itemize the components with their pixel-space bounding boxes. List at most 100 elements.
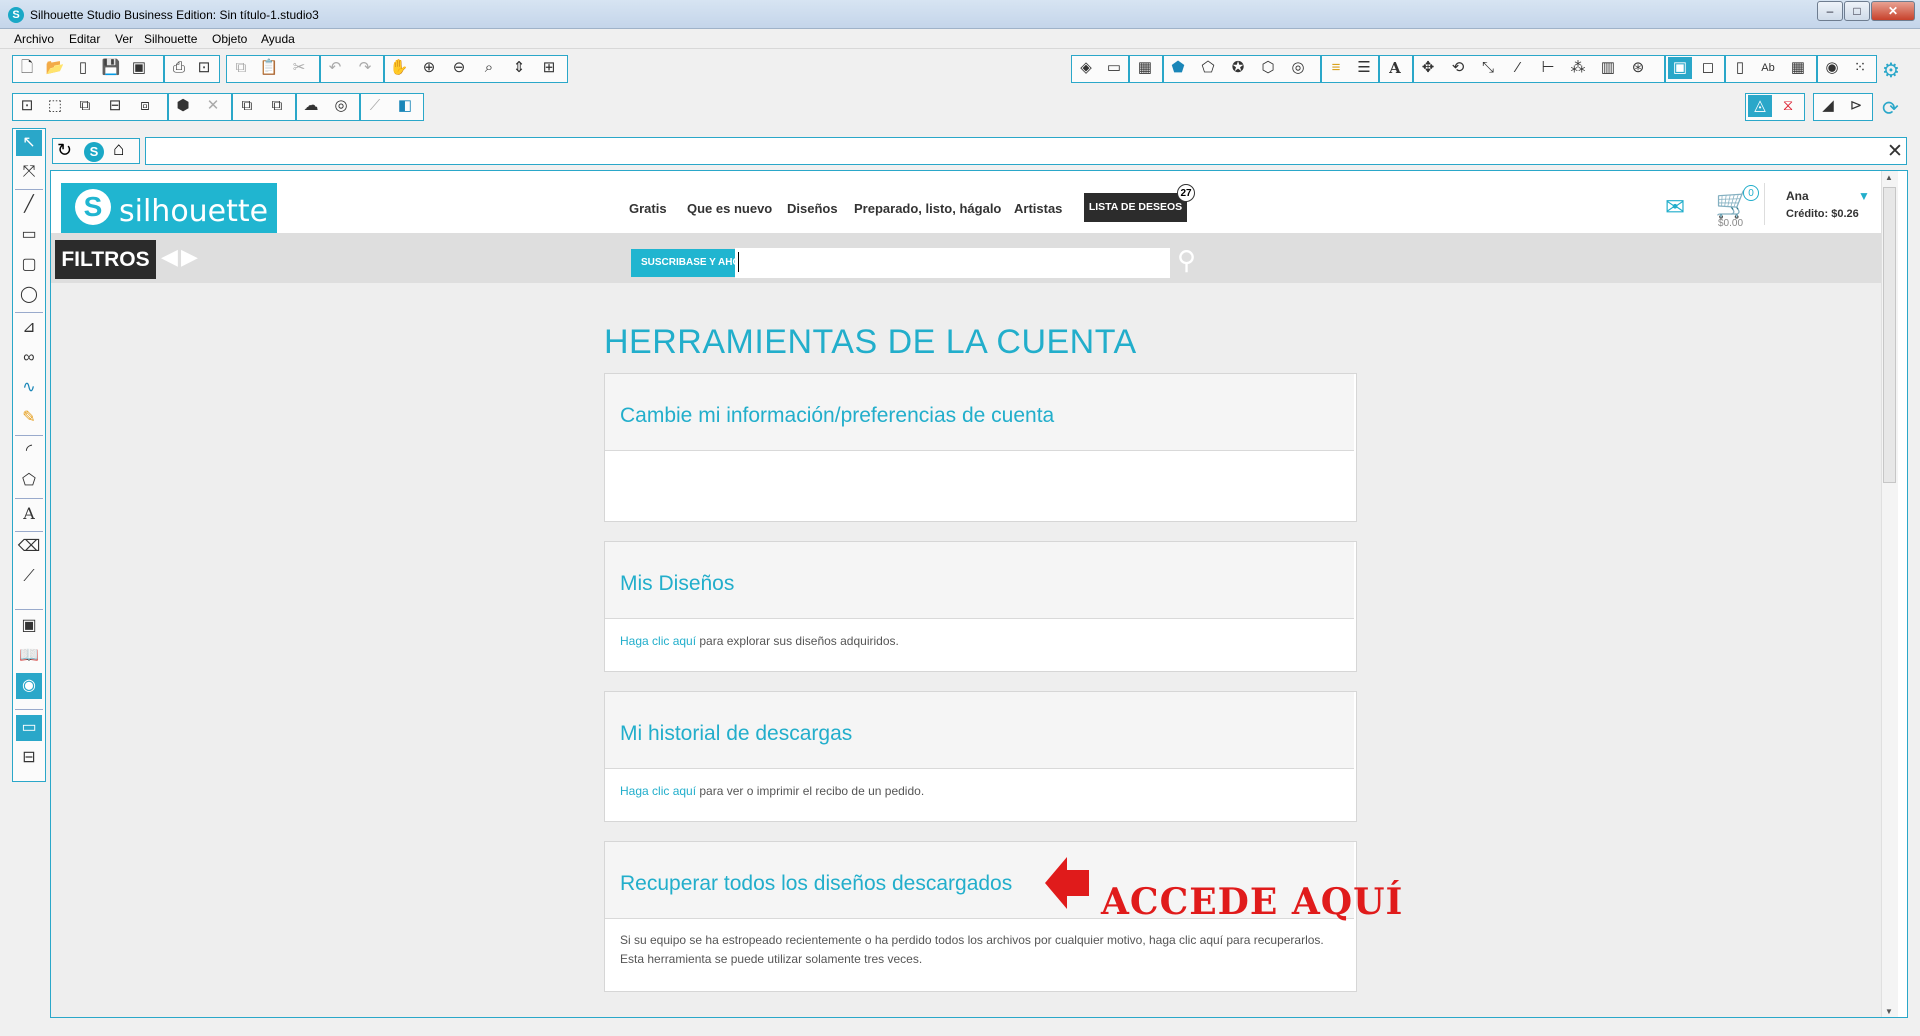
menu-archivo[interactable]: Archivo xyxy=(14,32,54,46)
fit-page-icon[interactable]: ⊞ xyxy=(537,57,561,79)
print-icon[interactable]: ⎙ xyxy=(167,57,191,79)
menu-ver[interactable]: Ver xyxy=(115,32,133,46)
cut-icon[interactable]: ✂ xyxy=(287,57,311,79)
arrow-right-icon[interactable]: ▶ xyxy=(181,244,198,270)
zoom-out-icon[interactable]: ⊖ xyxy=(447,57,471,79)
fill-icon[interactable]: ◈ xyxy=(1074,57,1098,79)
menu-ayuda[interactable]: Ayuda xyxy=(261,32,295,46)
card-title[interactable]: Mis Diseños xyxy=(620,572,734,596)
release-compound-icon[interactable]: ⊟ xyxy=(103,95,127,117)
nav-preparado[interactable]: Preparado, listo, hágalo xyxy=(854,201,1001,216)
rotate-icon[interactable]: ⟲ xyxy=(1446,57,1470,79)
user-name[interactable]: Ana xyxy=(1786,189,1809,203)
design-page-icon[interactable]: ▣ xyxy=(16,613,42,639)
click-here-link[interactable]: Haga clic aquí xyxy=(620,634,696,648)
mail-icon[interactable]: ✉ xyxy=(1665,193,1685,222)
card-title[interactable]: Mi historial de descargas xyxy=(620,722,852,746)
compound-path-icon[interactable]: ⧉ xyxy=(73,95,97,117)
line-tool-icon[interactable]: ╱ xyxy=(16,192,42,218)
gradient-icon[interactable]: ✪ xyxy=(1226,57,1250,79)
drag-zoom-icon[interactable]: ⇕ xyxy=(507,57,531,79)
text-to-path-icon[interactable]: Ab xyxy=(1756,57,1780,79)
wishlist-button[interactable]: LISTA DE DESEOS xyxy=(1084,193,1187,222)
card-title[interactable]: Recuperar todos los diseños descargados xyxy=(620,872,1012,896)
regular-polygon-icon[interactable]: ⬠ xyxy=(16,468,42,494)
store-icon[interactable]: ◉ xyxy=(16,673,42,699)
eraser-tool-icon[interactable]: ⌫ xyxy=(16,534,42,560)
copy-icon[interactable]: ⧉ xyxy=(229,57,253,79)
scroll-down-icon[interactable]: ▼ xyxy=(1885,1007,1893,1016)
eraser-icon[interactable]: ◢ xyxy=(1816,95,1840,117)
modify-icon[interactable]: ⊛ xyxy=(1626,57,1650,79)
silhouette-logo[interactable]: S silhouette xyxy=(61,183,277,233)
search-input[interactable] xyxy=(735,248,1170,278)
weld-icon[interactable]: ⧈ xyxy=(133,95,157,117)
shadow-icon[interactable]: ◎ xyxy=(1286,57,1310,79)
arrow-left-icon[interactable]: ◀ xyxy=(161,244,178,270)
close-button[interactable]: ✕ xyxy=(1871,1,1915,21)
subscribe-button[interactable]: SUSCRIBASE Y AHO xyxy=(631,249,735,277)
undo-icon[interactable]: ↶ xyxy=(323,57,347,79)
new-file-icon[interactable]: 🗋 xyxy=(15,57,39,79)
send-mode-icon[interactable]: ⊳ xyxy=(1844,95,1868,117)
menu-editar[interactable]: Editar xyxy=(69,32,100,46)
polygon-tool-icon[interactable]: ⊿ xyxy=(16,315,42,341)
cut-mode-icon[interactable]: ⧖ xyxy=(1776,95,1800,117)
minimize-button[interactable]: – xyxy=(1817,1,1843,21)
paste-icon[interactable]: 📋 xyxy=(257,57,281,79)
cube-icon[interactable]: ⬢ xyxy=(171,95,195,117)
send-to-silhouette-icon[interactable]: ◉ xyxy=(1820,57,1844,79)
sync-icon[interactable]: ⟳ xyxy=(1882,96,1899,121)
design-mode-icon[interactable]: ◬ xyxy=(1748,95,1772,117)
text-tool-icon[interactable]: A xyxy=(16,501,42,527)
search-icon[interactable]: ⚲ xyxy=(1177,245,1196,276)
card-title[interactable]: Cambie mi información/preferencias de cu… xyxy=(620,404,1054,428)
cloud-shape-icon[interactable]: ☁ xyxy=(299,95,323,117)
pan-hand-icon[interactable]: ✋ xyxy=(387,57,411,79)
send-back-icon[interactable]: ⧉ xyxy=(265,95,289,117)
save-icon[interactable]: 💾 xyxy=(99,57,123,79)
home-icon[interactable]: ⌂ xyxy=(113,139,124,161)
trace-icon[interactable]: ▣ xyxy=(1668,57,1692,79)
pattern-icon[interactable]: ⬡ xyxy=(1256,57,1280,79)
scrollbar-thumb[interactable] xyxy=(1883,187,1896,483)
settings-gear-icon[interactable]: ⚙ xyxy=(1882,58,1900,83)
group-icon[interactable]: ⊡ xyxy=(15,95,39,117)
sketch-icon[interactable]: ▯ xyxy=(1728,57,1752,79)
rectangle-tool-icon[interactable]: ▭ xyxy=(16,222,42,248)
fill-color-icon[interactable]: ⬟ xyxy=(1166,57,1190,79)
layers-icon[interactable]: ▦ xyxy=(1786,57,1810,79)
align-icon[interactable]: ⊢ xyxy=(1536,57,1560,79)
split-view-icon[interactable]: ⊟ xyxy=(16,745,42,771)
maximize-button[interactable]: □ xyxy=(1844,1,1870,21)
delete-icon[interactable]: ✕ xyxy=(201,95,225,117)
menu-objeto[interactable]: Objeto xyxy=(212,32,247,46)
rounded-rect-tool-icon[interactable]: ▢ xyxy=(16,252,42,278)
stipple-icon[interactable]: ◧ xyxy=(393,95,417,117)
smooth-freehand-icon[interactable]: ✎ xyxy=(16,405,42,431)
replicate-icon[interactable]: ⁂ xyxy=(1566,57,1590,79)
transform-icon[interactable]: ✥ xyxy=(1416,57,1440,79)
nav-que-es-nuevo[interactable]: Que es nuevo xyxy=(687,201,772,216)
zoom-select-icon[interactable]: ⌕ xyxy=(477,57,501,79)
redo-icon[interactable]: ↷ xyxy=(353,57,377,79)
address-bar[interactable]: ✕ xyxy=(145,137,1907,165)
ungroup-icon[interactable]: ⬚ xyxy=(43,95,67,117)
line-weight-icon[interactable]: ☰ xyxy=(1352,57,1376,79)
nest-icon[interactable]: ▥ xyxy=(1596,57,1620,79)
library-book-icon[interactable]: 📖 xyxy=(16,643,42,669)
arc-tool-icon[interactable]: ◜ xyxy=(16,438,42,464)
library-icon[interactable]: ▯ xyxy=(71,57,95,79)
zoom-in-icon[interactable]: ⊕ xyxy=(417,57,441,79)
filters-button[interactable]: FILTROS xyxy=(55,240,156,279)
menu-silhouette[interactable]: Silhouette xyxy=(144,32,197,46)
text-style-icon[interactable]: A xyxy=(1383,57,1407,79)
nav-disenos[interactable]: Diseños xyxy=(787,201,838,216)
knife-tool-icon[interactable]: ⟋ xyxy=(16,564,42,590)
page-setup-icon[interactable]: ▭ xyxy=(1102,57,1126,79)
chevron-down-icon[interactable]: ▼ xyxy=(1858,189,1870,203)
click-here-link[interactable]: Haga clic aquí xyxy=(620,784,696,798)
offset-icon[interactable]: ◻ xyxy=(1696,57,1720,79)
select-tool-icon[interactable]: ↖ xyxy=(16,130,42,156)
line-color-icon[interactable]: ⬠ xyxy=(1196,57,1220,79)
